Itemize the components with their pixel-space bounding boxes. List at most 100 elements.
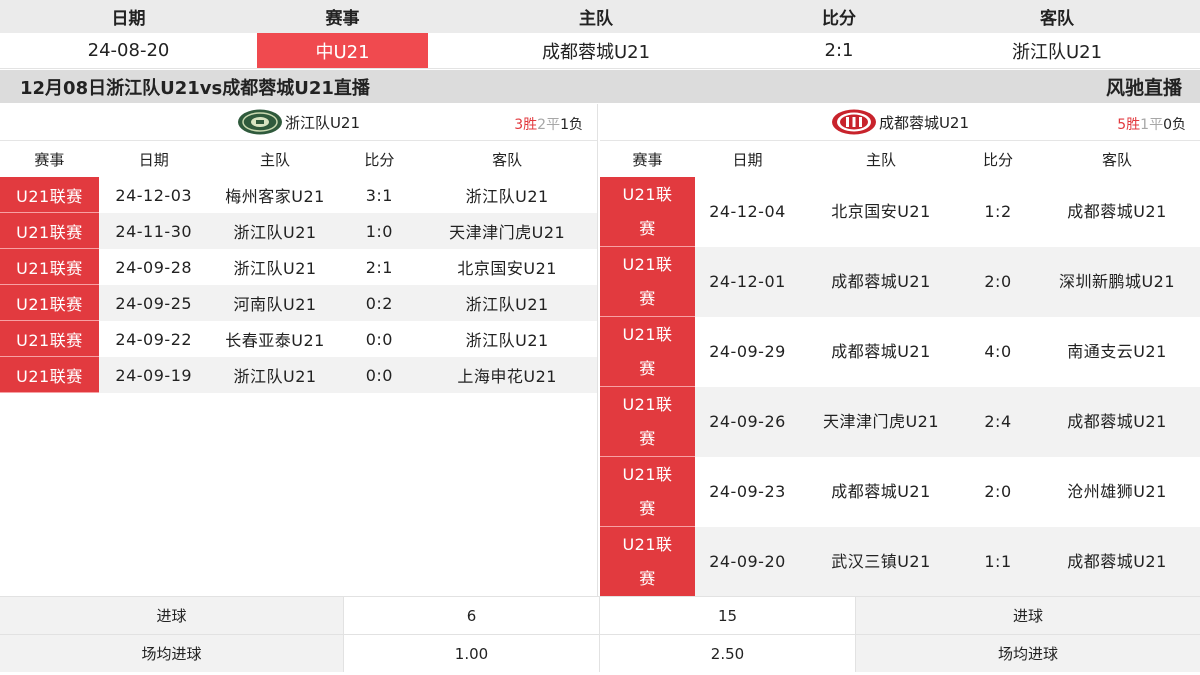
stat-label-right: 场均进球: [856, 635, 1200, 672]
row-score: 1:0: [365, 221, 393, 241]
row-league: U21联赛: [0, 321, 99, 357]
site-brand[interactable]: 风驰直播: [1106, 73, 1182, 100]
row-score: 0:0: [365, 329, 393, 349]
stat-value-left: 6: [344, 597, 600, 634]
right-team-record: 5胜1平0负: [1117, 114, 1186, 134]
header-date: 日期: [111, 9, 146, 29]
right-col-score: 比分: [982, 150, 1013, 169]
top-header: 日期 赛事 主队 比分 客队: [0, 0, 1200, 33]
table-row[interactable]: U21联赛 24-09-19 浙江队U21 0:0 上海申花U21: [0, 357, 597, 393]
row-home: 成都蓉城U21: [831, 482, 931, 501]
row-score: 2:1: [365, 257, 393, 277]
row-league: U21联赛: [600, 527, 695, 597]
table-row[interactable]: U21联赛 24-09-28 浙江队U21 2:1 北京国安U21: [0, 249, 597, 285]
stat-value-right: 15: [600, 597, 856, 634]
row-away: 深圳新鹏城U21: [1058, 272, 1176, 291]
right-col-away: 客队: [1101, 150, 1132, 169]
row-date: 24-09-22: [115, 329, 193, 349]
left-wins: 3胜: [514, 117, 538, 133]
row-home: 成都蓉城U21: [831, 342, 931, 361]
row-score: 1:1: [984, 552, 1012, 571]
match-home-team[interactable]: 成都蓉城U21: [428, 33, 764, 68]
row-score: 2:4: [984, 412, 1012, 431]
header-score: 比分: [822, 9, 856, 29]
table-row[interactable]: U21联赛 24-11-30 浙江队U21 1:0 天津津门虎U21: [0, 213, 597, 249]
row-score: 3:1: [365, 185, 393, 205]
row-away: 上海申花U21: [457, 367, 557, 386]
table-row[interactable]: U21联赛 24-09-26 天津津门虎U21 2:4 成都蓉城U21: [600, 387, 1200, 457]
match-info-row: 24-08-20 中U21 成都蓉城U21 2:1 浙江队U21: [0, 33, 1200, 69]
stat-value-right: 2.50: [600, 635, 856, 672]
row-league: U21联赛: [600, 247, 695, 317]
stat-label-left: 进球: [0, 597, 344, 634]
left-draws: 2平: [537, 117, 561, 133]
row-away: 北京国安U21: [457, 259, 557, 278]
table-row[interactable]: U21联赛 24-09-25 河南队U21 0:2 浙江队U21: [0, 285, 597, 321]
match-title-bar: 12月08日浙江队U21vs成都蓉城U21直播 风驰直播: [0, 70, 1200, 103]
row-league: U21联赛: [0, 285, 99, 321]
row-away: 浙江队U21: [465, 295, 549, 314]
left-losses: 1负: [560, 117, 583, 133]
row-away: 沧州雄狮U21: [1067, 482, 1167, 501]
row-home: 长春亚泰U21: [225, 331, 325, 350]
row-away: 天津津门虎U21: [449, 223, 566, 242]
right-col-date: 日期: [732, 150, 763, 169]
match-league[interactable]: 中U21: [257, 33, 428, 68]
chengdu-rongcheng-crest-icon: [831, 109, 877, 135]
row-league: U21联赛: [600, 317, 695, 387]
table-row[interactable]: U21联赛 24-09-29 成都蓉城U21 4:0 南通支云U21: [600, 317, 1200, 387]
row-home: 浙江队U21: [233, 223, 317, 242]
table-row[interactable]: U21联赛 24-12-03 梅州客家U21 3:1 浙江队U21: [0, 177, 597, 213]
right-team-panel: 成都蓉城U21 5胜1平0负 赛事 日期 主队 比分 客队 U21联赛 24-1…: [600, 104, 1200, 597]
match-date: 24-08-20: [87, 40, 170, 61]
header-away: 客队: [1040, 9, 1074, 29]
table-row[interactable]: U21联赛 24-12-01 成都蓉城U21 2:0 深圳新鹏城U21: [600, 247, 1200, 317]
table-row[interactable]: U21联赛 24-09-20 武汉三镇U21 1:1 成都蓉城U21: [600, 527, 1200, 597]
stat-label-right: 进球: [856, 597, 1200, 634]
row-date: 24-09-20: [709, 552, 786, 571]
row-home: 天津津门虎U21: [822, 412, 940, 431]
row-date: 24-09-29: [709, 342, 786, 361]
row-date: 24-09-19: [115, 365, 193, 385]
row-away: 成都蓉城U21: [1067, 552, 1167, 571]
right-column-header: 赛事 日期 主队 比分 客队: [600, 141, 1200, 177]
table-row[interactable]: U21联赛 24-09-23 成都蓉城U21 2:0 沧州雄狮U21: [600, 457, 1200, 527]
row-date: 24-09-25: [115, 293, 193, 313]
match-away-team[interactable]: 浙江队U21: [914, 33, 1200, 68]
right-team-name[interactable]: 成都蓉城U21: [879, 112, 969, 133]
right-wins: 5胜: [1117, 117, 1141, 133]
left-team-name[interactable]: 浙江队U21: [285, 112, 360, 133]
row-league: U21联赛: [0, 357, 99, 393]
stats-row-goals: 进球 6 15 进球: [0, 596, 1200, 634]
row-away: 浙江队U21: [465, 187, 549, 206]
row-date: 24-09-28: [115, 257, 193, 277]
row-score: 1:2: [984, 202, 1012, 221]
table-row[interactable]: U21联赛 24-09-22 长春亚泰U21 0:0 浙江队U21: [0, 321, 597, 357]
row-league: U21联赛: [600, 457, 695, 527]
row-league: U21联赛: [0, 177, 99, 213]
row-away: 成都蓉城U21: [1067, 202, 1167, 221]
left-team-record: 3胜2平1负: [514, 114, 583, 134]
row-away: 南通支云U21: [1067, 342, 1167, 361]
row-score: 2:0: [984, 272, 1012, 291]
right-col-home: 主队: [865, 150, 896, 169]
row-home: 浙江队U21: [233, 367, 317, 386]
row-home: 梅州客家U21: [225, 187, 325, 206]
row-away: 成都蓉城U21: [1067, 412, 1167, 431]
row-home: 北京国安U21: [831, 202, 931, 221]
zhejiang-club-crest-icon: [237, 109, 283, 135]
right-col-league: 赛事: [632, 150, 663, 169]
row-league: U21联赛: [0, 249, 99, 285]
row-score: 4:0: [984, 342, 1012, 361]
row-date: 24-12-04: [709, 202, 786, 221]
row-date: 24-11-30: [115, 221, 193, 241]
row-home: 河南队U21: [233, 295, 317, 314]
left-col-home: 主队: [260, 150, 291, 169]
row-score: 2:0: [984, 482, 1012, 501]
table-row[interactable]: U21联赛 24-12-04 北京国安U21 1:2 成都蓉城U21: [600, 177, 1200, 247]
match-title: 12月08日浙江队U21vs成都蓉城U21直播: [20, 77, 370, 99]
stats-table: 进球 6 15 进球 场均进球 1.00 2.50 场均进球: [0, 596, 1200, 672]
row-home: 成都蓉城U21: [831, 272, 931, 291]
row-league: U21联赛: [0, 213, 99, 249]
right-draws: 1平: [1140, 117, 1164, 133]
